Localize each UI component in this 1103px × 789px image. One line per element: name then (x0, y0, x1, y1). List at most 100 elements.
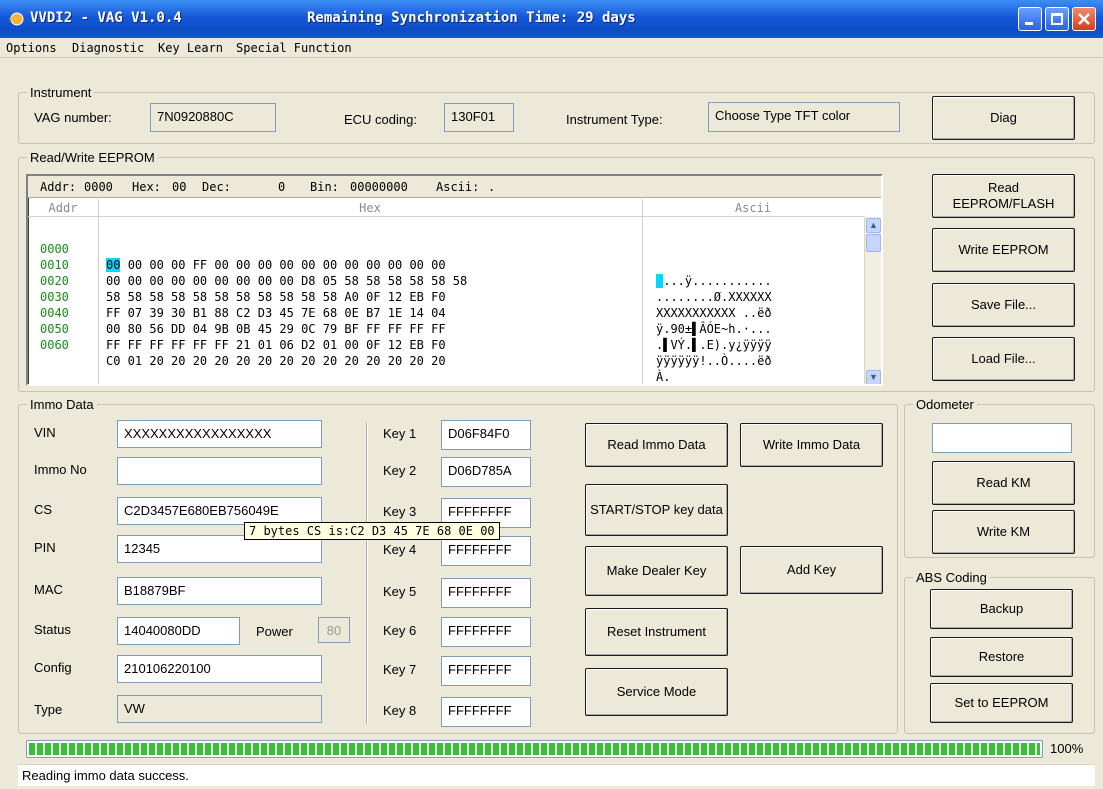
window-title: VVDI2 - VAG V1.0.4 (30, 10, 182, 26)
col-ascii-header: Ascii (734, 201, 772, 215)
maximize-button[interactable] (1045, 7, 1069, 31)
hex-row[interactable]: 0050 FF FF FF FF FF FF 21 01 06 D2 01 00… (28, 305, 772, 368)
reset-instrument-button[interactable]: Reset Instrument (585, 608, 728, 656)
info-dec-value: 0 (278, 180, 286, 194)
hex-row[interactable]: 0040 00 80 56 DD 04 9B 0B 45 29 0C 79 BF… (28, 289, 772, 352)
key4-field[interactable]: FFFFFFFF (441, 536, 531, 566)
scroll-up-icon[interactable]: ▲ (866, 218, 881, 233)
hex-row-addr: 0060 (40, 338, 69, 352)
scroll-down-icon[interactable]: ▼ (866, 370, 881, 384)
cs-field[interactable]: C2D3457E680EB756049E (117, 497, 322, 525)
hex-row[interactable]: 0000 00 00 00 00 FF 00 00 00 00 00 00 00… (28, 225, 772, 288)
key1-field[interactable]: D06F84F0 (441, 420, 531, 450)
save-file-button[interactable]: Save File... (932, 283, 1075, 327)
vin-field[interactable]: XXXXXXXXXXXXXXXXX (117, 420, 322, 448)
info-hex-value: 00 (172, 180, 187, 194)
mac-field[interactable]: B18879BF (117, 577, 322, 605)
hex-row-bytes: 00 00 00 00 FF 00 00 00 00 00 00 00 00 0… (106, 257, 446, 273)
hex-row-bytes: C0 01 20 20 20 20 20 20 20 20 20 20 20 2… (106, 354, 446, 368)
hex-info-bar: Addr: 0000 Hex: 00 Dec: 0 Bin: 00000000 … (28, 176, 881, 198)
key6-field[interactable]: FFFFFFFF (441, 617, 531, 647)
status-field[interactable]: 14040080DD (117, 617, 240, 645)
hex-row[interactable]: 0010 00 00 00 00 00 00 00 00 00 D8 05 58… (28, 241, 772, 304)
hex-divider (642, 199, 643, 384)
read-immo-data-button[interactable]: Read Immo Data (585, 423, 728, 467)
type-field: VW (117, 695, 322, 723)
progress-percent: 100% (1050, 741, 1084, 756)
key8-field[interactable]: FFFFFFFF (441, 697, 531, 727)
app-logo-icon (9, 12, 24, 26)
key7-field[interactable]: FFFFFFFF (441, 656, 531, 686)
key2-field[interactable]: D06D785A (441, 457, 531, 487)
status-label: Status (34, 622, 71, 637)
progress-fill (29, 743, 1040, 755)
vag-number-value: 7N0920880C (150, 103, 276, 132)
write-km-button[interactable]: Write KM (932, 510, 1075, 554)
menu-diagnostic[interactable]: Diagnostic (72, 41, 144, 55)
read-eeprom-button[interactable]: Read EEPROM/FLASH (932, 174, 1075, 218)
immo-group-label: Immo Data (27, 397, 97, 412)
title-bar[interactable]: VVDI2 - VAG V1.0.4 Remaining Synchroniza… (0, 0, 1103, 38)
info-bin-label: Bin: (310, 180, 339, 194)
key3-label: Key 3 (383, 504, 417, 519)
info-addr-label: Addr: (40, 180, 77, 194)
info-hex-label: Hex: (132, 180, 161, 194)
key2-label: Key 2 (383, 463, 417, 478)
hex-row-ascii: À. (656, 370, 671, 384)
key5-field[interactable]: FFFFFFFF (441, 578, 531, 608)
immo-no-field[interactable] (117, 457, 322, 485)
instrument-type-select[interactable]: Choose Type TFT color (708, 102, 900, 132)
hex-row[interactable]: 0020 58 58 58 58 58 58 58 58 58 58 58 A0… (28, 257, 772, 320)
cs-tooltip: 7 bytes CS is:C2 D3 45 7E 68 0E 00 (244, 522, 500, 540)
menu-special-function[interactable]: Special Function (236, 41, 352, 55)
set-to-eeprom-button[interactable]: Set to EEPROM (930, 683, 1073, 723)
load-file-button[interactable]: Load File... (932, 337, 1075, 381)
odometer-field[interactable] (932, 423, 1072, 453)
eeprom-group-label: Read/Write EEPROM (27, 150, 158, 165)
make-dealer-key-button[interactable]: Make Dealer Key (585, 546, 728, 596)
menu-options[interactable]: Options (6, 41, 57, 55)
hex-row-bytes: 00 80 56 DD 04 9B 0B 45 29 0C 79 BF FF F… (106, 322, 446, 336)
key1-label: Key 1 (383, 426, 417, 441)
read-km-button[interactable]: Read KM (932, 461, 1075, 505)
cs-label: CS (34, 502, 53, 517)
backup-button[interactable]: Backup (930, 589, 1073, 629)
vin-label: VIN (34, 425, 56, 440)
maximize-icon (1051, 13, 1063, 25)
diag-button[interactable]: Diag (932, 96, 1075, 140)
hex-column-headers: Addr Hex Ascii (28, 199, 864, 217)
immo-no-label: Immo No (34, 462, 87, 477)
col-hex-header: Hex (359, 201, 381, 215)
pin-label: PIN (34, 540, 56, 555)
write-immo-data-button[interactable]: Write Immo Data (740, 423, 883, 467)
info-dec-label: Dec: (202, 180, 231, 194)
hex-row-ascii: ........Ø.XXXXXX (656, 290, 772, 304)
close-button[interactable] (1072, 7, 1096, 31)
hex-row-ascii-text: ...ÿ........... (663, 274, 772, 288)
hex-row[interactable]: 0030 FF 07 39 30 B1 88 C2 D3 45 7E 68 0E… (28, 273, 772, 336)
write-eeprom-button[interactable]: Write EEPROM (932, 228, 1075, 272)
power-field: 80 (318, 617, 350, 643)
key7-label: Key 7 (383, 662, 417, 677)
hex-row-bytes: FF FF FF FF FF FF 21 01 06 D2 01 00 0F 1… (106, 338, 446, 352)
ecu-coding-label: ECU coding: (344, 112, 417, 127)
scroll-thumb[interactable] (866, 234, 881, 252)
start-stop-key-data-button[interactable]: START/STOP key data (585, 484, 728, 536)
hex-row[interactable]: 0060 C0 01 20 20 20 20 20 20 20 20 20 20… (28, 321, 670, 384)
menu-key-learn[interactable]: Key Learn (158, 41, 223, 55)
add-key-button[interactable]: Add Key (740, 546, 883, 594)
menu-bar: Options Diagnostic Key Learn Special Fun… (0, 38, 1103, 58)
service-mode-button[interactable]: Service Mode (585, 668, 728, 716)
selected-byte[interactable]: 00 (106, 258, 121, 272)
hex-row-ascii: XXXXXXXXXXX ..ëð (656, 306, 772, 320)
minimize-button[interactable] (1018, 7, 1042, 31)
hex-divider (98, 199, 99, 384)
hex-row-ascii: ÿÿÿÿÿÿ!..Ò....ëð (656, 354, 772, 368)
config-field[interactable]: 210106220100 (117, 655, 322, 683)
immo-divider (366, 422, 368, 724)
info-ascii-label: Ascii: (436, 180, 480, 194)
hex-viewer[interactable]: Addr: 0000 Hex: 00 Dec: 0 Bin: 00000000 … (26, 174, 883, 386)
restore-button[interactable]: Restore (930, 637, 1073, 677)
hex-scrollbar[interactable]: ▲ ▼ (864, 217, 881, 384)
close-icon (1078, 13, 1090, 25)
